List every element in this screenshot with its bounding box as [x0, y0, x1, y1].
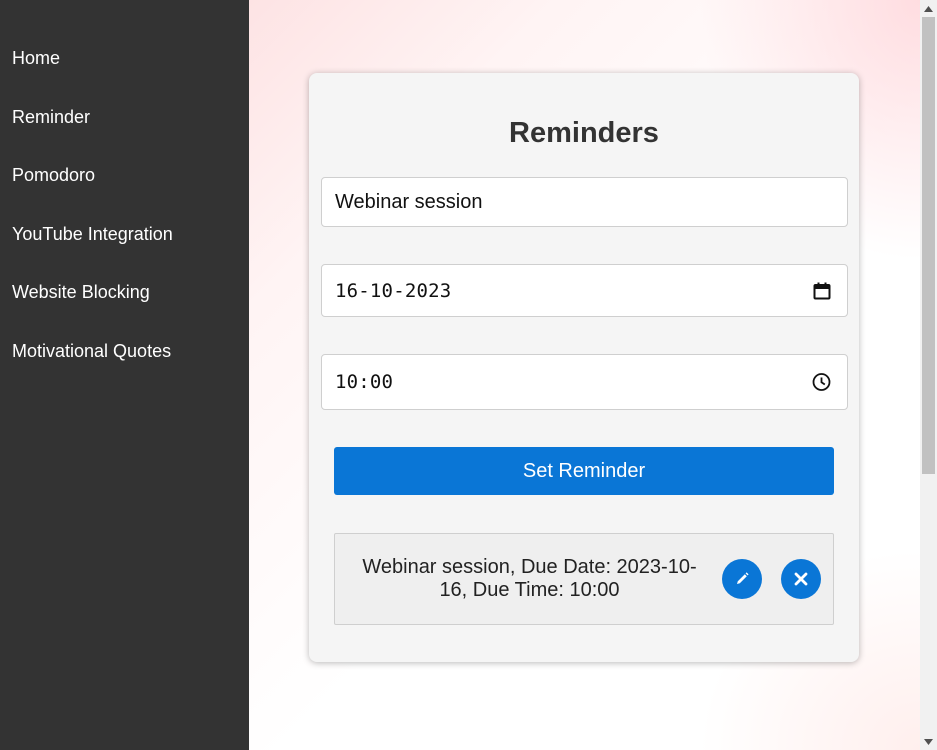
delete-reminder-button[interactable]: [781, 559, 821, 599]
sidebar-item-pomodoro[interactable]: Pomodoro: [12, 165, 95, 186]
pencil-icon: [734, 571, 750, 587]
sidebar-item-youtube-integration[interactable]: YouTube Integration: [12, 224, 173, 245]
reminder-text-value: Webinar session: [335, 190, 483, 213]
reminder-list-item: Webinar session, Due Date: 2023-10-16, D…: [334, 533, 834, 625]
page-title: Reminders: [509, 117, 659, 149]
reminder-item-text: Webinar session, Due Date: 2023-10-16, D…: [362, 556, 697, 601]
calendar-icon[interactable]: [813, 282, 831, 300]
vertical-scrollbar[interactable]: [920, 0, 937, 750]
scroll-down-arrow-icon[interactable]: [920, 733, 937, 750]
scrollbar-thumb[interactable]: [922, 17, 935, 474]
edit-reminder-button[interactable]: [722, 559, 762, 599]
reminder-card: Reminders Webinar session 16-10-2023 10:…: [309, 73, 859, 662]
set-reminder-button[interactable]: Set Reminder: [334, 447, 834, 495]
sidebar-item-website-blocking[interactable]: Website Blocking: [12, 282, 150, 303]
clock-icon[interactable]: [812, 373, 831, 392]
sidebar: Home Reminder Pomodoro YouTube Integrati…: [0, 0, 249, 750]
reminder-time-value: 10:00: [335, 371, 394, 393]
main-content: Reminders Webinar session 16-10-2023 10:…: [249, 0, 920, 750]
reminder-date-value: 16-10-2023: [335, 279, 452, 302]
scroll-up-arrow-icon[interactable]: [920, 0, 937, 17]
sidebar-item-motivational-quotes[interactable]: Motivational Quotes: [12, 341, 171, 362]
sidebar-item-reminder[interactable]: Reminder: [12, 107, 90, 128]
reminder-text-input[interactable]: Webinar session: [321, 177, 848, 227]
reminder-time-input[interactable]: 10:00: [321, 354, 848, 410]
sidebar-item-home[interactable]: Home: [12, 48, 60, 69]
reminder-date-input[interactable]: 16-10-2023: [321, 264, 848, 317]
close-icon: [793, 571, 809, 587]
